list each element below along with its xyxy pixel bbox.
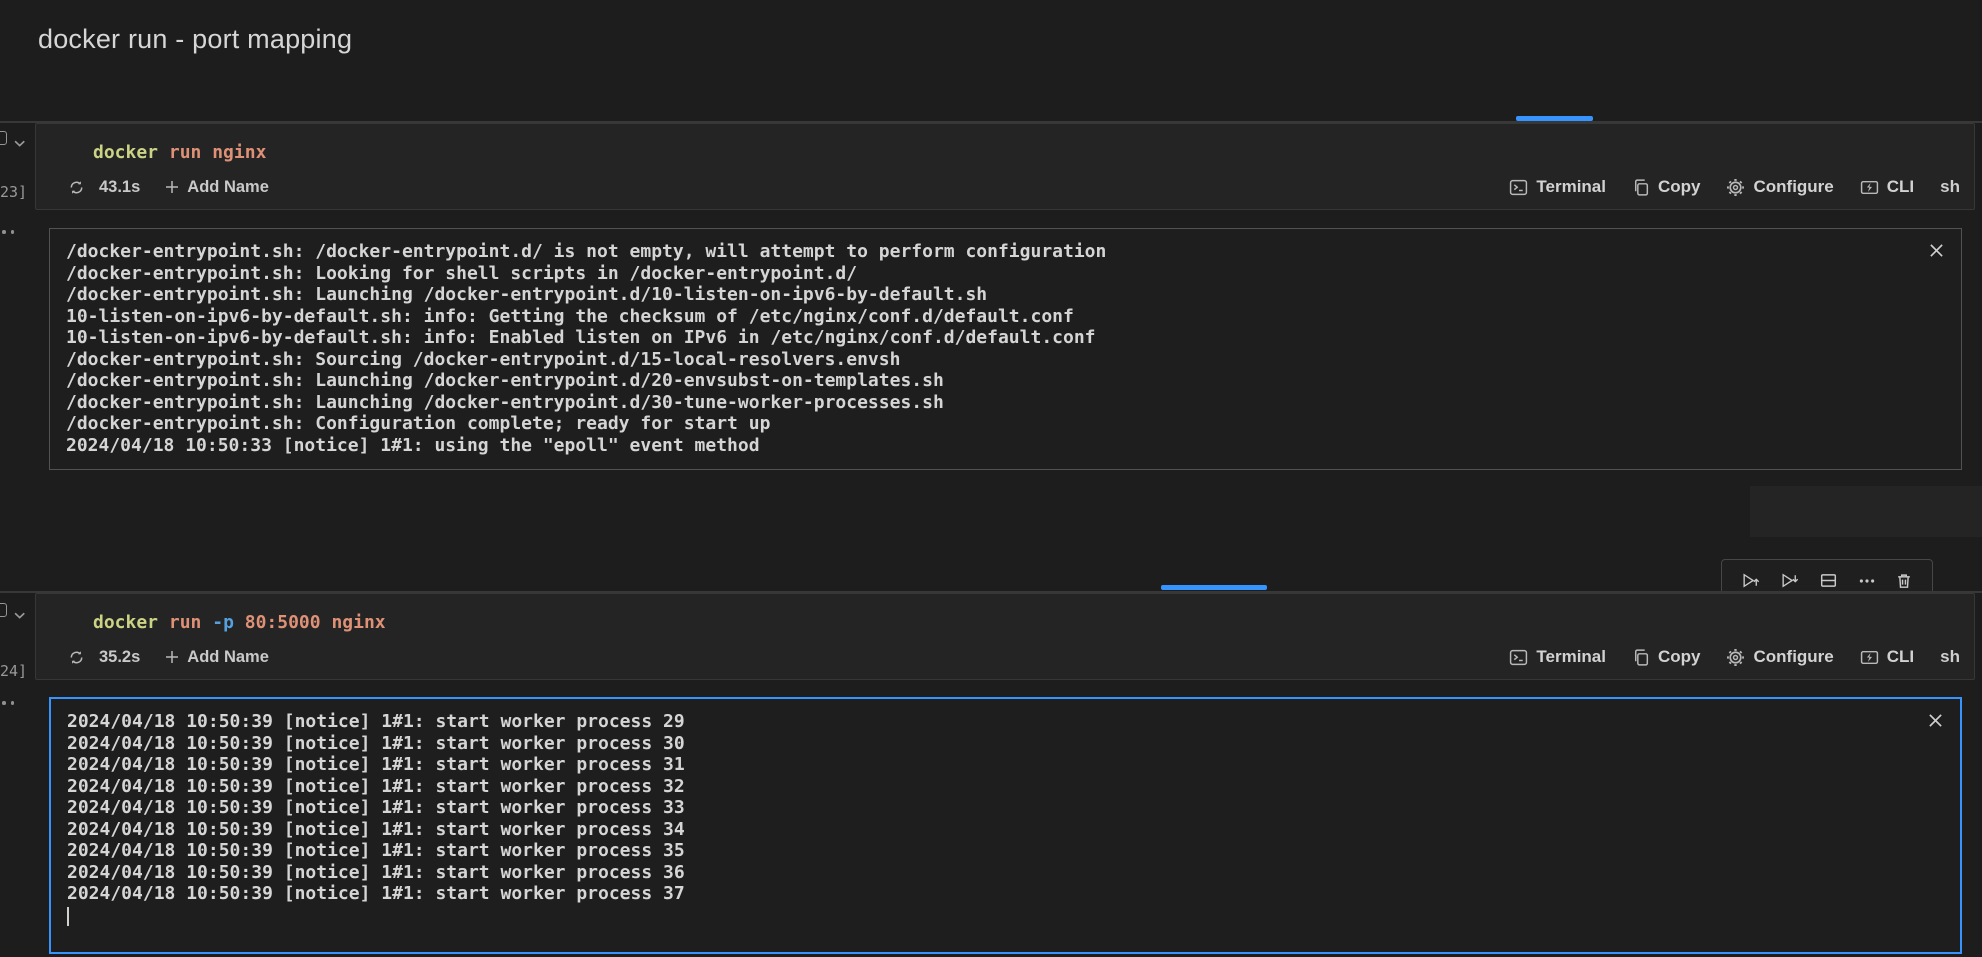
terminal-cursor-line bbox=[67, 905, 1944, 932]
close-output-button[interactable] bbox=[1926, 240, 1946, 260]
cell-kind-icon[interactable] bbox=[0, 603, 7, 617]
configure-label: Configure bbox=[1753, 647, 1833, 667]
cell-status-row: 43.1s Add Name Terminal bbox=[68, 174, 1960, 200]
dot bbox=[2, 230, 6, 234]
code-cell-1: docker run nginx 43.1s Add Name bbox=[35, 123, 1975, 210]
terminal-label: Terminal bbox=[1536, 647, 1606, 667]
rerun-icon[interactable] bbox=[68, 649, 85, 666]
delete-cell-icon[interactable] bbox=[1895, 572, 1913, 590]
configure-label: Configure bbox=[1753, 177, 1833, 197]
output-line: 10-listen-on-ipv6-by-default.sh: info: G… bbox=[66, 306, 1945, 328]
add-name-label: Add Name bbox=[187, 648, 269, 667]
execution-count: 24] bbox=[0, 662, 27, 680]
output-line: 2024/04/18 10:50:39 [notice] 1#1: start … bbox=[67, 883, 1944, 905]
page-title: docker run - port mapping bbox=[38, 24, 352, 55]
terminal-button[interactable]: Terminal bbox=[1509, 177, 1606, 197]
rerun-icon[interactable] bbox=[68, 179, 85, 196]
copy-button[interactable]: Copy bbox=[1632, 647, 1701, 667]
cli-label: CLI bbox=[1887, 177, 1914, 197]
plus-icon bbox=[164, 649, 180, 665]
cli-label: CLI bbox=[1887, 647, 1914, 667]
cli-button[interactable]: CLI bbox=[1860, 177, 1914, 197]
terminal-icon bbox=[1509, 648, 1528, 667]
terminal-cursor bbox=[67, 907, 69, 926]
run-status: 35.2s Add Name bbox=[68, 648, 269, 667]
notebook-page: docker run - port mapping docker run ngi… bbox=[0, 0, 1982, 957]
output-line: /docker-entrypoint.sh: Configuration com… bbox=[66, 413, 1945, 435]
copy-icon bbox=[1632, 178, 1650, 197]
code-token-flag: -p bbox=[201, 612, 234, 633]
output-line: 2024/04/18 10:50:39 [notice] 1#1: start … bbox=[67, 797, 1944, 819]
gear-icon bbox=[1726, 648, 1745, 667]
ellipsis-dots-icon bbox=[2, 701, 14, 705]
code-token-args: 80:5000 nginx bbox=[234, 612, 386, 633]
terminal-icon bbox=[1509, 178, 1528, 197]
output-line: 2024/04/18 10:50:39 [notice] 1#1: start … bbox=[67, 840, 1944, 862]
code-token-args: run bbox=[158, 612, 201, 633]
more-icon[interactable] bbox=[1858, 573, 1876, 589]
dot bbox=[11, 230, 15, 234]
run-status: 43.1s Add Name bbox=[68, 178, 269, 197]
configure-button[interactable]: Configure bbox=[1726, 647, 1833, 667]
plus-icon bbox=[164, 179, 180, 195]
output-line: /docker-entrypoint.sh: Launching /docker… bbox=[66, 392, 1945, 414]
output-line: /docker-entrypoint.sh: /docker-entrypoin… bbox=[66, 241, 1945, 263]
hover-highlight bbox=[1750, 486, 1982, 537]
cell-kind-icon[interactable] bbox=[0, 131, 7, 145]
output-line: /docker-entrypoint.sh: Sourcing /docker-… bbox=[66, 349, 1945, 371]
cli-bolt-icon bbox=[1860, 179, 1879, 196]
insert-cell-indicator[interactable] bbox=[1161, 585, 1267, 590]
cell-actions: Terminal Copy bbox=[1509, 647, 1960, 667]
run-below-icon[interactable] bbox=[1780, 572, 1800, 589]
output-line: 2024/04/18 10:50:39 [notice] 1#1: start … bbox=[67, 776, 1944, 798]
output-line: 10-listen-on-ipv6-by-default.sh: info: E… bbox=[66, 327, 1945, 349]
chevron-down-icon[interactable] bbox=[14, 135, 26, 153]
split-cell-icon[interactable] bbox=[1819, 572, 1838, 589]
cli-bolt-icon bbox=[1860, 649, 1879, 666]
output-line: 2024/04/18 10:50:39 [notice] 1#1: start … bbox=[67, 862, 1944, 884]
output-line: 2024/04/18 10:50:33 [notice] 1#1: using … bbox=[66, 435, 1945, 457]
terminal-label: Terminal bbox=[1536, 177, 1606, 197]
terminal-button[interactable]: Terminal bbox=[1509, 647, 1606, 667]
cell-actions: Terminal Copy bbox=[1509, 177, 1960, 197]
close-output-button[interactable] bbox=[1925, 710, 1945, 730]
run-above-icon[interactable] bbox=[1741, 572, 1761, 589]
code-token-command: docker bbox=[93, 142, 158, 163]
add-name-button[interactable]: Add Name bbox=[164, 178, 269, 197]
add-name-button[interactable]: Add Name bbox=[164, 648, 269, 667]
add-name-label: Add Name bbox=[187, 178, 269, 197]
terminal-output-2[interactable]: 2024/04/18 10:50:39 [notice] 1#1: start … bbox=[49, 697, 1962, 954]
output-line: 2024/04/18 10:50:39 [notice] 1#1: start … bbox=[67, 754, 1944, 776]
output-line: 2024/04/18 10:50:39 [notice] 1#1: start … bbox=[67, 733, 1944, 755]
execution-count: 23] bbox=[0, 183, 27, 201]
code-token-command: docker bbox=[93, 612, 158, 633]
dot bbox=[2, 701, 6, 705]
cell-status-row: 35.2s Add Name Terminal bbox=[68, 644, 1960, 670]
chevron-down-icon[interactable] bbox=[14, 607, 26, 625]
cli-button[interactable]: CLI bbox=[1860, 647, 1914, 667]
output-line: 2024/04/18 10:50:39 [notice] 1#1: start … bbox=[67, 711, 1944, 733]
copy-label: Copy bbox=[1658, 647, 1701, 667]
dot bbox=[11, 701, 15, 705]
output-line: /docker-entrypoint.sh: Launching /docker… bbox=[66, 370, 1945, 392]
output-line: /docker-entrypoint.sh: Looking for shell… bbox=[66, 263, 1945, 285]
run-duration: 35.2s bbox=[99, 648, 140, 667]
code-editor-line[interactable]: docker run nginx bbox=[93, 140, 266, 166]
terminal-output-1[interactable]: /docker-entrypoint.sh: /docker-entrypoin… bbox=[49, 228, 1962, 470]
copy-icon bbox=[1632, 648, 1650, 667]
copy-label: Copy bbox=[1658, 177, 1701, 197]
output-line: /docker-entrypoint.sh: Launching /docker… bbox=[66, 284, 1945, 306]
code-editor-line[interactable]: docker run -p 80:5000 nginx bbox=[93, 610, 386, 636]
copy-button[interactable]: Copy bbox=[1632, 177, 1701, 197]
run-duration: 43.1s bbox=[99, 178, 140, 197]
ellipsis-dots-icon bbox=[2, 230, 14, 234]
shell-type-label[interactable]: sh bbox=[1940, 647, 1960, 667]
shell-type-label[interactable]: sh bbox=[1940, 177, 1960, 197]
gear-icon bbox=[1726, 178, 1745, 197]
code-cell-2: docker run -p 80:5000 nginx 35.2s bbox=[35, 593, 1975, 680]
insert-cell-indicator[interactable] bbox=[1516, 116, 1593, 121]
code-token-args: run nginx bbox=[158, 142, 266, 163]
output-line: 2024/04/18 10:50:39 [notice] 1#1: start … bbox=[67, 819, 1944, 841]
configure-button[interactable]: Configure bbox=[1726, 177, 1833, 197]
